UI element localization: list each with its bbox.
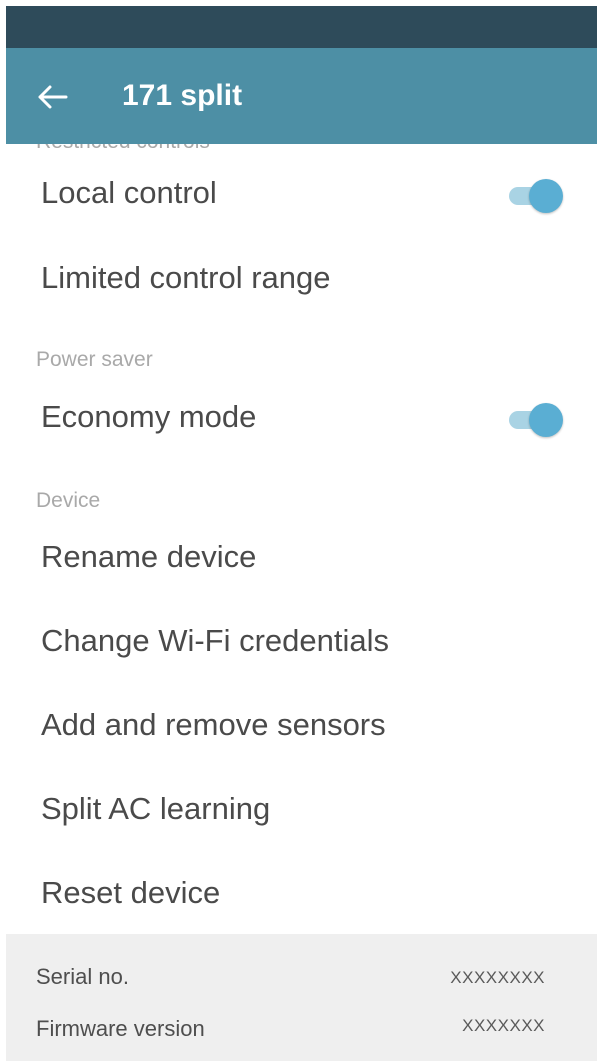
phone-screen: 171 split Restricted controls Local cont… [6,6,597,1061]
setting-label: Economy mode [41,399,257,434]
toggle-thumb [529,403,563,437]
setting-label: Add and remove sensors [41,707,386,742]
setting-rename-device[interactable]: Rename device [6,518,597,596]
page-title: 171 split [122,79,243,112]
setting-change-wifi[interactable]: Change Wi-Fi credentials [6,602,597,680]
setting-label: Rename device [41,539,257,574]
setting-sensors[interactable]: Add and remove sensors [6,686,597,764]
firmware-label: Firmware version [36,1016,205,1041]
setting-limited-control-range[interactable]: Limited control range [6,239,597,317]
serial-label: Serial no. [36,964,129,989]
firmware-value: XXXXXXX [462,1016,545,1035]
local-control-toggle[interactable] [509,179,563,213]
back-button[interactable] [34,82,70,112]
economy-mode-toggle[interactable] [509,403,563,437]
setting-label: Local control [41,175,217,210]
setting-reset-device[interactable]: Reset device [6,854,597,932]
setting-label: Split AC learning [41,791,271,826]
setting-label: Reset device [41,875,221,910]
device-info-footer: Serial no. XXXXXXXX Firmware version XXX… [6,934,597,1061]
status-bar [6,6,597,48]
section-header-power-saver: Power saver [36,348,153,371]
section-header-device: Device [36,489,101,512]
setting-label: Limited control range [41,260,331,295]
setting-label: Change Wi-Fi credentials [41,623,390,658]
settings-list[interactable]: Restricted controls Local control Limite… [6,144,597,934]
serial-value: XXXXXXXX [450,968,545,987]
section-header-restricted: Restricted controls [36,144,210,154]
toggle-thumb [529,179,563,213]
arrow-left-icon [38,85,68,109]
app-bar: 171 split [6,48,597,144]
setting-local-control[interactable]: Local control [6,154,597,232]
setting-economy-mode[interactable]: Economy mode [6,378,597,456]
setting-split-ac-learning[interactable]: Split AC learning [6,770,597,848]
